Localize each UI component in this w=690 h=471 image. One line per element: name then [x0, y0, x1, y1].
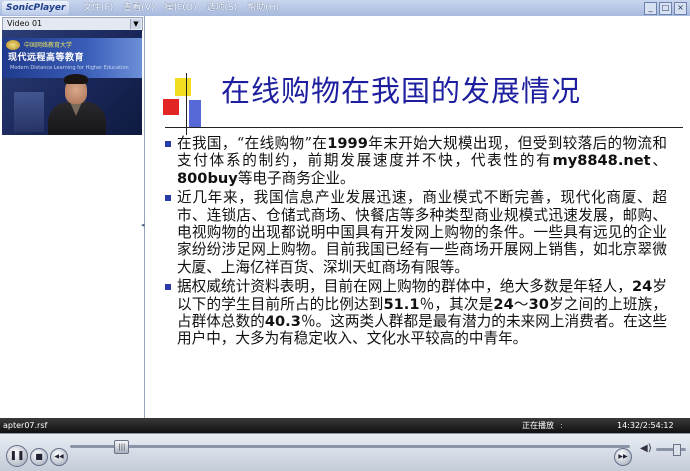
- bullet-text: ～: [513, 295, 529, 313]
- menu-operate[interactable]: 操作(O): [159, 0, 201, 16]
- maximize-button[interactable]: □: [659, 2, 672, 15]
- title-underline: [165, 127, 683, 128]
- bullet-item: 近几年来，我国信息产业发展迅速，商业模式不断完善，现代化商厦、超市、连锁店、仓储…: [165, 189, 667, 276]
- banner-line-3: Modern Distance Learning for Higher Educ…: [10, 65, 129, 71]
- rewind-icon[interactable]: ◀◀: [50, 448, 68, 466]
- video-selector-label: Video 01: [7, 19, 43, 28]
- volume-slider[interactable]: [656, 448, 686, 451]
- banner-line-1: 中国网络教育大学: [24, 42, 73, 49]
- university-emblem-icon: [6, 40, 20, 50]
- status-bar: apter07.rsf 正在播放 : 14:32/2:54:12: [0, 418, 690, 433]
- status-time: 14:32/2:54:12: [617, 421, 674, 430]
- bullet-item: 在我国，“在线购物”在1999年末开始大规模出现，但受到较落后的物流和支付体系的…: [165, 135, 667, 187]
- bullet-text: 、: [650, 152, 667, 170]
- bullet-square-icon: [165, 195, 171, 202]
- banner-line-2: 现代远程高等教育: [8, 53, 85, 63]
- bullet-highlight-text: 51.1: [383, 295, 420, 313]
- pause-icon[interactable]: ❚❚: [6, 445, 28, 467]
- menu-help[interactable]: 帮助(H): [242, 0, 284, 16]
- video-panel: Video 01 ▼ 中国网络教育大学 现代远程高等教育 Modern Dist…: [0, 16, 145, 418]
- status-filename: apter07.rsf: [3, 421, 48, 430]
- volume-handle[interactable]: [673, 444, 682, 456]
- bullet-list: 在我国，“在线购物”在1999年末开始大规模出现，但受到较落后的物流和支付体系的…: [165, 135, 667, 350]
- title-deco-vertical-line: [186, 73, 187, 135]
- title-deco-blue-bar: [189, 100, 201, 128]
- bullet-text: 据权威统计资料表明，目前在网上购物的群体中，绝大多数是年轻人，: [177, 278, 632, 296]
- menu-bar: SonicPlayer 文件(F) 查看(V) 操作(O) 选项(S) 帮助(H…: [0, 0, 690, 17]
- transport-controls: ||| ❚❚ ■ ◀◀ ▶▶ ◀): [0, 433, 690, 471]
- menu-file[interactable]: 文件(F): [78, 0, 118, 16]
- seek-grip-icon: |||: [118, 443, 126, 451]
- stop-icon[interactable]: ■: [30, 448, 48, 466]
- bullet-highlight-text: 800buy: [177, 169, 238, 187]
- video-frame[interactable]: 中国网络教育大学 现代远程高等教育 Modern Distance Learni…: [2, 30, 142, 135]
- bullet-highlight-text: 24: [493, 295, 514, 313]
- bullet-highlight-text: 1999: [327, 135, 368, 152]
- video-banner: 中国网络教育大学 现代远程高等教育 Modern Distance Learni…: [2, 38, 142, 78]
- bullet-square-icon: [165, 284, 171, 291]
- menu-options[interactable]: 选项(S): [202, 0, 243, 16]
- status-playback-state: 正在播放: [522, 421, 554, 430]
- app-logo: SonicPlayer: [2, 1, 70, 15]
- speaker-icon[interactable]: ◀): [640, 443, 652, 454]
- bullet-text: ％，其次是: [419, 295, 494, 313]
- slide-title: 在线购物在我国的发展情况: [221, 74, 582, 108]
- bullet-highlight-text: 40.3: [264, 313, 301, 331]
- slide-view: 在线购物在我国的发展情况 在我国，“在线购物”在1999年末开始大规模出现，但受…: [145, 16, 690, 418]
- presenter-hair: [64, 74, 88, 84]
- bullet-text: 在我国，“在线购物”在: [177, 135, 328, 152]
- bullet-highlight-text: 24: [631, 278, 653, 296]
- bullet-highlight-text: my8848.net: [552, 152, 651, 170]
- main-menu: 文件(F) 查看(V) 操作(O) 选项(S) 帮助(H): [78, 0, 284, 16]
- seek-bar[interactable]: [70, 445, 630, 448]
- studio-background: [14, 92, 44, 132]
- bullet-text: 等电子商务企业。: [237, 169, 355, 187]
- bullet-square-icon: [165, 141, 171, 147]
- status-separator: :: [560, 421, 563, 430]
- bullet-text: 近几年来，我国信息产业发展迅速，商业模式不断完善，现代化商厦、超市、连锁店、仓储…: [177, 189, 667, 276]
- fast-forward-icon[interactable]: ▶▶: [614, 448, 632, 466]
- title-deco-yellow-square: [175, 78, 191, 96]
- video-selector[interactable]: Video 01 ▼: [2, 17, 143, 31]
- window-controls: _ □ ×: [644, 2, 687, 15]
- bullet-highlight-text: 30: [528, 295, 549, 313]
- chevron-down-icon[interactable]: ▼: [130, 19, 141, 29]
- seek-handle[interactable]: |||: [114, 440, 130, 454]
- menu-view[interactable]: 查看(V): [118, 0, 159, 16]
- close-button[interactable]: ×: [674, 2, 687, 15]
- panel-splitter-handle[interactable]: ◂: [141, 221, 145, 231]
- bullet-item: 据权威统计资料表明，目前在网上购物的群体中，绝大多数是年轻人，24岁以下的学生目…: [165, 278, 667, 348]
- minimize-button[interactable]: _: [644, 2, 657, 15]
- title-deco-red-square: [163, 99, 179, 115]
